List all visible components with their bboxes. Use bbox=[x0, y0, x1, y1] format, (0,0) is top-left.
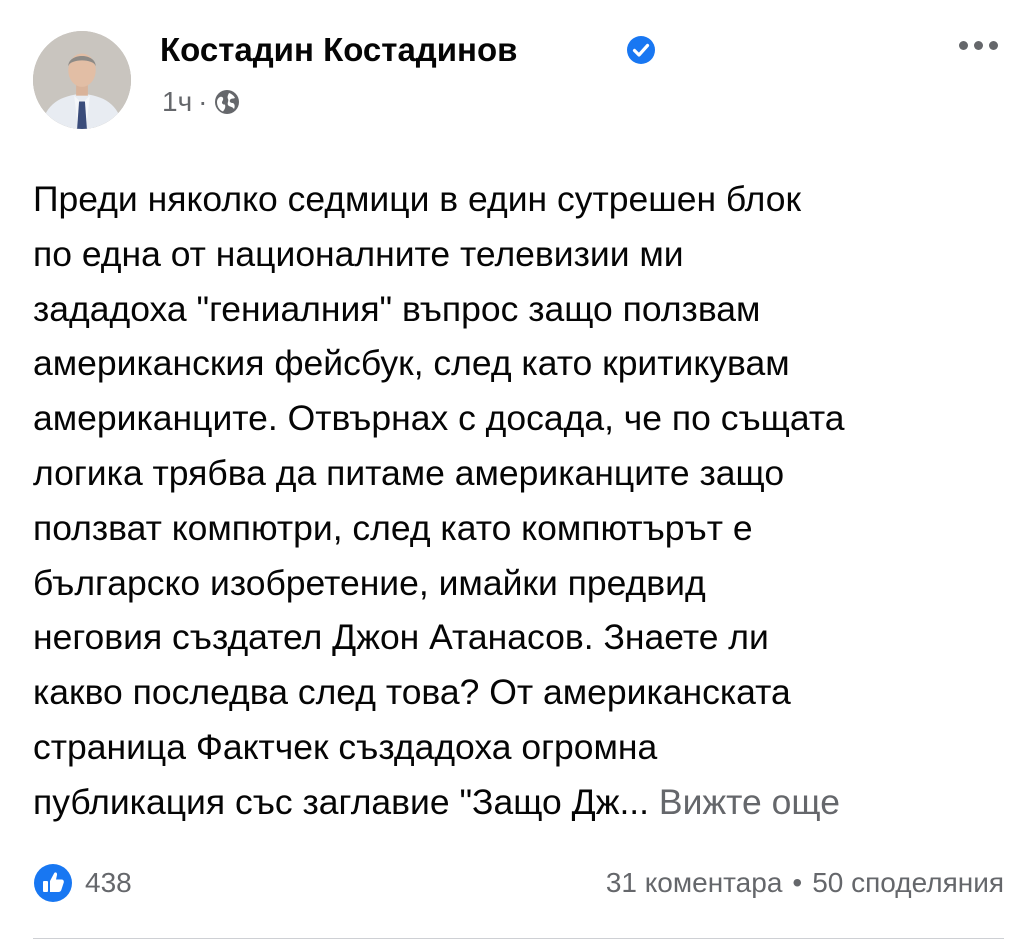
post-text-line: ползват компютри, след като компютърът е bbox=[33, 507, 753, 548]
post-text-line: българско изобретение, имайки предвид bbox=[33, 562, 706, 603]
comments-count[interactable]: 31 коментара bbox=[606, 867, 783, 899]
like-count: 438 bbox=[85, 867, 132, 898]
verified-badge-icon bbox=[627, 36, 655, 64]
post-text-line: Преди няколко седмици в един сутрешен бл… bbox=[33, 179, 802, 219]
meta-separator: · bbox=[198, 86, 208, 117]
divider bbox=[33, 938, 1004, 939]
post-text-line: страница Фактчек създадоха огромна bbox=[33, 726, 658, 767]
post-text-last-line: публикация със заглавие "Защо Дж... Вижт… bbox=[33, 775, 1013, 830]
globe-icon bbox=[214, 90, 239, 114]
facebook-post: Костадин Костадинов 1ч · Преди няколко с… bbox=[0, 0, 1024, 943]
avatar-image bbox=[33, 31, 131, 129]
post-meta: 1ч · bbox=[162, 82, 240, 122]
reactions-summary[interactable]: 438 bbox=[33, 863, 132, 903]
post-text-line: американците. Отвърнах с досада, че по с… bbox=[33, 398, 845, 439]
truncated-text: публикация със заглавие "Защо Дж... bbox=[33, 781, 650, 822]
author-avatar[interactable] bbox=[33, 31, 131, 129]
see-more-link[interactable]: Вижте още bbox=[659, 782, 840, 822]
more-options-icon[interactable] bbox=[950, 30, 1006, 60]
post-text: Преди няколко седмици в един сутрешен бл… bbox=[33, 172, 1013, 830]
post-text-line: американския фейсбук, след като критикув… bbox=[33, 343, 790, 384]
post-text-line: логика трябва да питаме американците защ… bbox=[33, 452, 785, 493]
engagement-stats: 31 коментара • 50 споделяния bbox=[606, 863, 1004, 903]
post-text-line: неговия създател Джон Атанасов. Знаете л… bbox=[33, 617, 769, 658]
post-text-line: зададоха "гениалния" въпрос защо ползвам bbox=[33, 288, 761, 329]
stats-separator: • bbox=[792, 867, 803, 898]
shares-count[interactable]: 50 споделяния bbox=[812, 867, 1004, 899]
post-text-line: какво последва след това? От американска… bbox=[33, 672, 791, 713]
post-text-line: по една от националните телевизии ми bbox=[33, 233, 684, 274]
post-timestamp[interactable]: 1ч bbox=[162, 86, 192, 118]
author-name[interactable]: Костадин Костадинов bbox=[160, 30, 517, 70]
like-icon bbox=[34, 864, 72, 902]
